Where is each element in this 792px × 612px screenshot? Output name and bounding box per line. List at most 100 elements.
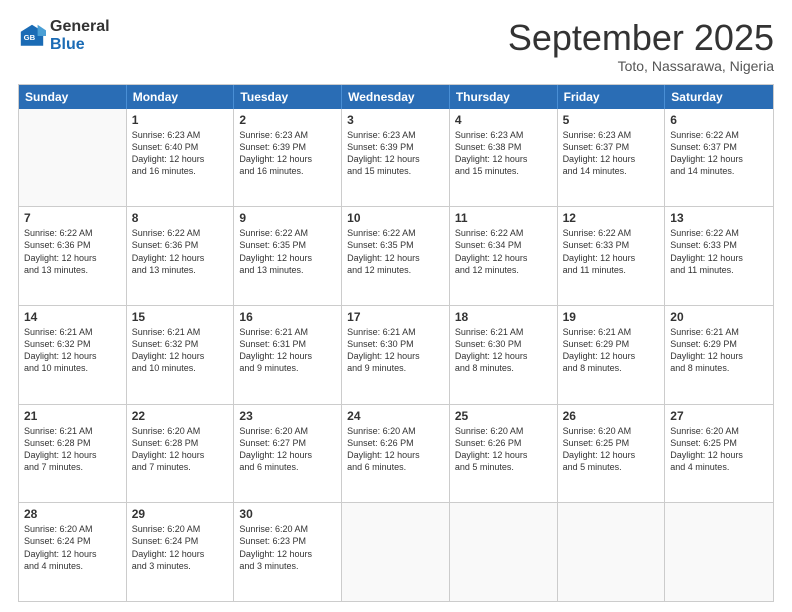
cal-row: 1 Sunrise: 6:23 AM Sunset: 6:40 PM Daylig… bbox=[19, 109, 773, 207]
calendar-body: 1 Sunrise: 6:23 AM Sunset: 6:40 PM Daylig… bbox=[19, 109, 773, 601]
cal-cell: 27Sunrise: 6:20 AM Sunset: 6:25 PM Dayli… bbox=[665, 405, 773, 503]
day-info: Sunrise: 6:21 AM Sunset: 6:30 PM Dayligh… bbox=[455, 326, 552, 375]
cal-header-cell: Sunday bbox=[19, 85, 127, 109]
cal-header-cell: Monday bbox=[127, 85, 235, 109]
day-number: 11 bbox=[455, 211, 552, 225]
cal-cell: 10 Sunrise: 6:22 AM Sunset: 6:35 PM Dayli… bbox=[342, 207, 450, 305]
calendar: SundayMondayTuesdayWednesdayThursdayFrid… bbox=[18, 84, 774, 602]
cal-cell: 8Sunrise: 6:22 AM Sunset: 6:36 PM Daylig… bbox=[127, 207, 235, 305]
day-info: Sunrise: 6:20 AM Sunset: 6:24 PM Dayligh… bbox=[24, 523, 121, 572]
day-info: Sunrise: 6:23 AM Sunset: 6:38 PM Dayligh… bbox=[455, 129, 552, 178]
cal-cell: 23 Sunrise: 6:20 AM Sunset: 6:27 PM Dayli… bbox=[234, 405, 342, 503]
day-info: Sunrise: 6:22 AM Sunset: 6:34 PM Dayligh… bbox=[455, 227, 552, 276]
month-title: September 2025 bbox=[508, 18, 774, 58]
day-number: 22 bbox=[132, 409, 229, 423]
day-info: Sunrise: 6:23 AM Sunset: 6:39 PM Dayligh… bbox=[347, 129, 444, 178]
cal-cell bbox=[342, 503, 450, 601]
day-info: Sunrise: 6:23 AM Sunset: 6:40 PM Dayligh… bbox=[132, 129, 229, 178]
day-info: Sunrise: 6:20 AM Sunset: 6:25 PM Dayligh… bbox=[563, 425, 660, 474]
day-info: Sunrise: 6:22 AM Sunset: 6:36 PM Dayligh… bbox=[24, 227, 121, 276]
day-number: 19 bbox=[563, 310, 660, 324]
cal-header-cell: Tuesday bbox=[234, 85, 342, 109]
day-info: Sunrise: 6:20 AM Sunset: 6:23 PM Dayligh… bbox=[239, 523, 336, 572]
title-block: September 2025 Toto, Nassarawa, Nigeria bbox=[508, 18, 774, 74]
cal-cell bbox=[19, 109, 127, 207]
day-number: 24 bbox=[347, 409, 444, 423]
cal-cell: 1 Sunrise: 6:23 AM Sunset: 6:40 PM Daylig… bbox=[127, 109, 235, 207]
cal-header-cell: Saturday bbox=[665, 85, 773, 109]
day-number: 17 bbox=[347, 310, 444, 324]
day-info: Sunrise: 6:21 AM Sunset: 6:32 PM Dayligh… bbox=[132, 326, 229, 375]
cal-cell: 4Sunrise: 6:23 AM Sunset: 6:38 PM Daylig… bbox=[450, 109, 558, 207]
day-number: 9 bbox=[239, 211, 336, 225]
day-info: Sunrise: 6:21 AM Sunset: 6:29 PM Dayligh… bbox=[563, 326, 660, 375]
day-info: Sunrise: 6:21 AM Sunset: 6:30 PM Dayligh… bbox=[347, 326, 444, 375]
cal-row: 14 Sunrise: 6:21 AM Sunset: 6:32 PM Dayli… bbox=[19, 305, 773, 404]
day-info: Sunrise: 6:22 AM Sunset: 6:36 PM Dayligh… bbox=[132, 227, 229, 276]
cal-cell: 12 Sunrise: 6:22 AM Sunset: 6:33 PM Dayli… bbox=[558, 207, 666, 305]
cal-cell: 5 Sunrise: 6:23 AM Sunset: 6:37 PM Daylig… bbox=[558, 109, 666, 207]
day-number: 18 bbox=[455, 310, 552, 324]
page: GB General Blue September 2025 Toto, Nas… bbox=[0, 0, 792, 612]
header: GB General Blue September 2025 Toto, Nas… bbox=[18, 18, 774, 74]
day-info: Sunrise: 6:22 AM Sunset: 6:37 PM Dayligh… bbox=[670, 129, 768, 178]
cal-cell: 29Sunrise: 6:20 AM Sunset: 6:24 PM Dayli… bbox=[127, 503, 235, 601]
cal-cell: 6 Sunrise: 6:22 AM Sunset: 6:37 PM Daylig… bbox=[665, 109, 773, 207]
cal-header-cell: Thursday bbox=[450, 85, 558, 109]
day-number: 23 bbox=[239, 409, 336, 423]
day-number: 16 bbox=[239, 310, 336, 324]
cal-header-cell: Friday bbox=[558, 85, 666, 109]
day-number: 2 bbox=[239, 113, 336, 127]
cal-cell: 13 Sunrise: 6:22 AM Sunset: 6:33 PM Dayli… bbox=[665, 207, 773, 305]
day-info: Sunrise: 6:21 AM Sunset: 6:28 PM Dayligh… bbox=[24, 425, 121, 474]
cal-cell: 14 Sunrise: 6:21 AM Sunset: 6:32 PM Dayli… bbox=[19, 306, 127, 404]
day-number: 30 bbox=[239, 507, 336, 521]
day-number: 14 bbox=[24, 310, 121, 324]
cal-cell: 18 Sunrise: 6:21 AM Sunset: 6:30 PM Dayli… bbox=[450, 306, 558, 404]
day-number: 27 bbox=[670, 409, 768, 423]
cal-cell: 3Sunrise: 6:23 AM Sunset: 6:39 PM Daylig… bbox=[342, 109, 450, 207]
cal-cell bbox=[450, 503, 558, 601]
day-info: Sunrise: 6:20 AM Sunset: 6:26 PM Dayligh… bbox=[347, 425, 444, 474]
day-info: Sunrise: 6:22 AM Sunset: 6:33 PM Dayligh… bbox=[670, 227, 768, 276]
day-number: 21 bbox=[24, 409, 121, 423]
day-number: 29 bbox=[132, 507, 229, 521]
cal-cell: 22Sunrise: 6:20 AM Sunset: 6:28 PM Dayli… bbox=[127, 405, 235, 503]
day-number: 26 bbox=[563, 409, 660, 423]
day-info: Sunrise: 6:21 AM Sunset: 6:29 PM Dayligh… bbox=[670, 326, 768, 375]
day-number: 13 bbox=[670, 211, 768, 225]
cal-cell bbox=[665, 503, 773, 601]
cal-cell: 26 Sunrise: 6:20 AM Sunset: 6:25 PM Dayli… bbox=[558, 405, 666, 503]
day-info: Sunrise: 6:22 AM Sunset: 6:33 PM Dayligh… bbox=[563, 227, 660, 276]
day-number: 12 bbox=[563, 211, 660, 225]
cal-header-cell: Wednesday bbox=[342, 85, 450, 109]
cal-cell: 17 Sunrise: 6:21 AM Sunset: 6:30 PM Dayli… bbox=[342, 306, 450, 404]
day-number: 20 bbox=[670, 310, 768, 324]
day-number: 5 bbox=[563, 113, 660, 127]
cal-cell bbox=[558, 503, 666, 601]
cal-cell: 20 Sunrise: 6:21 AM Sunset: 6:29 PM Dayli… bbox=[665, 306, 773, 404]
logo-text: General Blue bbox=[50, 18, 110, 53]
cal-cell: 24 Sunrise: 6:20 AM Sunset: 6:26 PM Dayli… bbox=[342, 405, 450, 503]
day-info: Sunrise: 6:23 AM Sunset: 6:37 PM Dayligh… bbox=[563, 129, 660, 178]
cal-cell: 16 Sunrise: 6:21 AM Sunset: 6:31 PM Dayli… bbox=[234, 306, 342, 404]
day-number: 6 bbox=[670, 113, 768, 127]
day-number: 7 bbox=[24, 211, 121, 225]
day-number: 28 bbox=[24, 507, 121, 521]
day-number: 1 bbox=[132, 113, 229, 127]
day-info: Sunrise: 6:22 AM Sunset: 6:35 PM Dayligh… bbox=[347, 227, 444, 276]
cal-cell: 9 Sunrise: 6:22 AM Sunset: 6:35 PM Daylig… bbox=[234, 207, 342, 305]
cal-cell: 7 Sunrise: 6:22 AM Sunset: 6:36 PM Daylig… bbox=[19, 207, 127, 305]
logo: GB General Blue bbox=[18, 18, 110, 53]
calendar-header: SundayMondayTuesdayWednesdayThursdayFrid… bbox=[19, 85, 773, 109]
day-info: Sunrise: 6:20 AM Sunset: 6:27 PM Dayligh… bbox=[239, 425, 336, 474]
logo-icon: GB bbox=[18, 22, 46, 50]
day-number: 10 bbox=[347, 211, 444, 225]
cal-cell: 21 Sunrise: 6:21 AM Sunset: 6:28 PM Dayli… bbox=[19, 405, 127, 503]
day-info: Sunrise: 6:20 AM Sunset: 6:26 PM Dayligh… bbox=[455, 425, 552, 474]
cal-cell: 28 Sunrise: 6:20 AM Sunset: 6:24 PM Dayli… bbox=[19, 503, 127, 601]
day-info: Sunrise: 6:21 AM Sunset: 6:31 PM Dayligh… bbox=[239, 326, 336, 375]
cal-cell: 25Sunrise: 6:20 AM Sunset: 6:26 PM Dayli… bbox=[450, 405, 558, 503]
day-info: Sunrise: 6:22 AM Sunset: 6:35 PM Dayligh… bbox=[239, 227, 336, 276]
day-info: Sunrise: 6:21 AM Sunset: 6:32 PM Dayligh… bbox=[24, 326, 121, 375]
